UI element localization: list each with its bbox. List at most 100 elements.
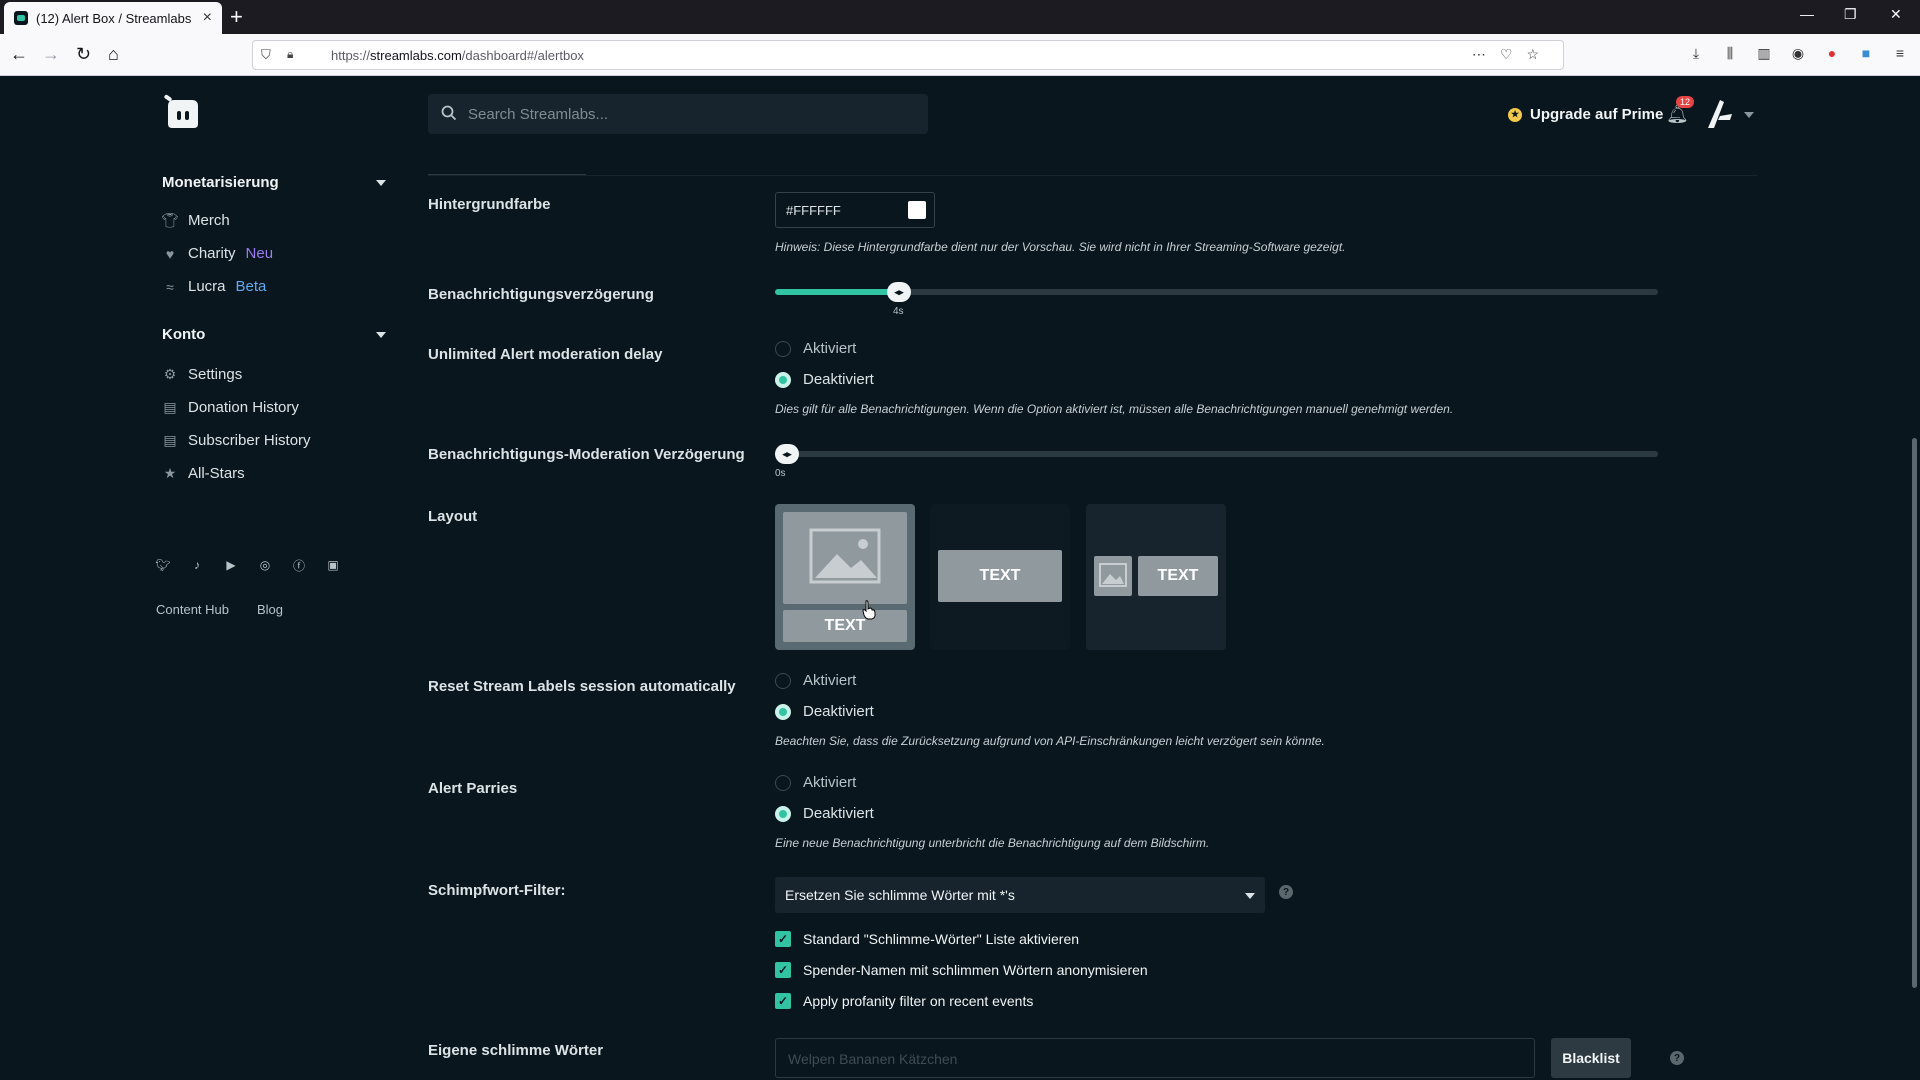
avatar[interactable] [1706,98,1734,130]
sidebar-item-subscriber-history[interactable]: ▤ Subscriber History [162,432,310,449]
account-icon[interactable]: ◉ [1788,42,1808,64]
tab-donations[interactable] [770,144,824,162]
chevron-down-icon[interactable] [376,332,386,338]
layout-option-text-over-image[interactable]: TEXT [930,504,1070,650]
layout-option-image-left[interactable]: TEXT [1086,504,1226,650]
bg-color-label: Hintergrundfarbe [428,196,551,213]
default-list-checkbox[interactable]: ✓ Standard "Schlimme-Wörter" Liste aktivi… [775,931,1079,947]
chevron-down-icon[interactable] [376,180,386,186]
url-bar[interactable]: ⛉ 🔒︎ https://streamlabs.com/dashboard#/a… [252,40,1564,70]
shirt-icon: 👕︎ [161,212,179,228]
menu-icon[interactable]: ≡ [1890,42,1910,64]
forward-icon[interactable]: → [42,44,60,64]
alertbox-tabs [428,144,1758,162]
help-icon[interactable]: ? [1279,885,1293,899]
tab-follows[interactable] [604,144,644,162]
tiktok-icon[interactable]: ♪ [190,558,204,572]
youtube-icon[interactable]: ▶ [224,558,238,572]
radio-circle-selected [775,805,791,822]
delay-value: 4s [893,306,904,317]
sidebar-item-donation-history[interactable]: ▤ Donation History [162,399,299,416]
help-icon[interactable]: ? [1670,1051,1684,1065]
facebook-icon[interactable]: ⓕ [292,558,306,573]
restore-icon[interactable]: ❐ [1844,6,1857,23]
adblock-icon[interactable]: ● [1822,42,1842,64]
new-tab-icon[interactable]: + [230,4,243,30]
home-icon[interactable]: ⌂ [108,44,119,64]
recent-events-filter-checkbox[interactable]: ✓ Apply profanity filter on recent events [775,993,1033,1009]
discord-icon[interactable]: ▣ [326,558,340,572]
sidebar-item-charity[interactable]: ♥ Charity Neu [162,245,273,262]
blog-link[interactable]: Blog [257,602,283,617]
prime-star-icon: ★ [1508,107,1522,122]
radio-circle-selected [775,371,791,388]
browser-tab-bar: (12) Alert Box / Streamlabs × + — ❐ ✕ [0,0,1920,34]
tab-raids[interactable] [944,144,980,162]
tab-general-settings[interactable] [428,144,586,162]
list-icon: ▤ [163,399,177,415]
layout-option-image-above[interactable]: TEXT [775,504,915,650]
blacklist-button[interactable]: Blacklist [1551,1038,1631,1078]
lock-icon[interactable]: 🔒︎ [287,47,293,62]
unlimited-deaktiviert-radio[interactable]: Deaktiviert [775,371,874,388]
parries-hint: Eine neue Benachrichtigung unterbricht d… [775,836,1210,850]
tab-close-icon[interactable]: × [203,9,212,27]
page-actions-icons[interactable]: ⋯♡☆ [1472,46,1553,63]
sidebar-toggle-icon[interactable]: ▥ [1754,42,1774,64]
extension-icon[interactable]: ■ [1856,42,1876,64]
reset-aktiviert-radio[interactable]: Aktiviert [775,672,856,689]
search-bar[interactable]: Search Streamlabs... [428,94,928,134]
streamlabs-logo-icon[interactable] [162,94,202,132]
browser-tab[interactable]: (12) Alert Box / Streamlabs × [4,2,222,34]
sidebar-section-konto[interactable]: Konto [162,326,205,343]
reload-icon[interactable]: ↻ [76,44,91,64]
heart-icon: ♥ [165,245,175,262]
sidebar: Monetarisierung 👕︎ Merch ♥ Charity Neu ≈… [0,76,412,1080]
checkmark-icon: ✓ [775,931,791,947]
chevron-down-icon[interactable] [1744,112,1754,118]
unlimited-hint: Dies gilt für alle Benachrichtigungen. W… [775,402,1454,416]
content-hub-link[interactable]: Content Hub [156,602,229,617]
download-icon[interactable]: ⤓ [1686,42,1706,64]
instagram-icon[interactable]: ◎ [258,558,272,572]
mod-delay-value: 0s [775,468,786,479]
mod-delay-slider[interactable]: ◂▸ [775,444,1658,464]
bg-color-hint: Hinweis: Diese Hintergrundfarbe dient nu… [775,240,1346,254]
tab-merch[interactable] [998,144,1038,162]
tab-bits[interactable] [898,144,926,162]
reset-deaktiviert-radio[interactable]: Deaktiviert [775,703,874,720]
sidebar-item-lucra[interactable]: ≈ Lucra Beta [162,278,266,295]
bg-color-input[interactable]: #FFFFFF [775,192,935,228]
sidebar-item-settings[interactable]: ⚙ Settings [162,366,242,383]
unlimited-aktiviert-radio[interactable]: Aktiviert [775,340,856,357]
sidebar-section-monetarisierung[interactable]: Monetarisierung [162,174,279,191]
window-close-icon[interactable]: ✕ [1890,6,1902,23]
minimize-icon[interactable]: — [1800,6,1814,22]
twitter-icon[interactable]: 🐦︎ [155,558,170,572]
library-icon[interactable]: ⫼ [1720,42,1740,64]
sidebar-item-all-stars[interactable]: ★ All-Stars [162,465,245,482]
layout-text-block: TEXT [1138,556,1218,596]
tab-hosts[interactable] [842,144,880,162]
parries-deaktiviert-radio[interactable]: Deaktiviert [775,805,874,822]
checkmark-icon: ✓ [775,962,791,978]
profanity-filter-select[interactable]: Ersetzen Sie schlimme Wörter mit *'s [775,877,1265,913]
image-glyph [1099,563,1127,587]
anonymize-names-checkbox[interactable]: ✓ Spender-Namen mit schlimmen Wörtern ano… [775,962,1148,978]
tab-prime-gifts[interactable] [1194,144,1374,162]
sidebar-item-merch[interactable]: 👕︎ Merch [161,212,230,229]
back-icon[interactable]: ← [10,44,28,64]
notifications-bell[interactable]: 🔔︎ 12 [1666,96,1695,125]
mod-delay-slider-handle[interactable]: ◂▸ [775,444,799,464]
tab-subscriptions[interactable] [662,144,752,162]
own-words-input[interactable]: Welpen Bananen Kätzchen [775,1038,1535,1078]
color-swatch[interactable] [908,201,926,219]
delay-slider-handle[interactable]: ◂▸ [887,282,911,302]
tab-gift-subs[interactable] [1056,144,1176,162]
shield-icon[interactable]: ⛉ [261,47,271,63]
star-icon: ★ [163,465,177,481]
delay-slider[interactable]: ◂▸ [775,282,1658,302]
page-scrollbar[interactable] [1912,438,1917,988]
parries-aktiviert-radio[interactable]: Aktiviert [775,774,856,791]
upgrade-prime-button[interactable]: ★ Upgrade auf Prime [1508,106,1663,123]
